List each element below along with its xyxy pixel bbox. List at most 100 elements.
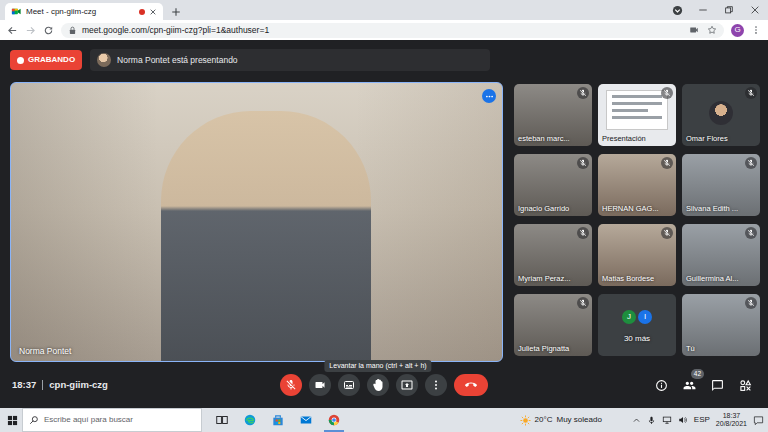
- microphone-off-icon: [747, 229, 755, 237]
- meeting-top-bar: GRABANDO Norma Pontet está presentando: [10, 48, 760, 72]
- muted-indicator: [661, 227, 673, 239]
- chevron-up-icon: [632, 416, 641, 425]
- magnifier-icon: [29, 415, 39, 425]
- network-icon: [662, 415, 672, 425]
- speaker-icon: [678, 415, 688, 425]
- search-placeholder: Escribe aquí para buscar: [44, 415, 133, 425]
- participant-tile[interactable]: Julieta Pignatta: [514, 294, 592, 356]
- present-button[interactable]: [396, 374, 418, 396]
- taskbar: Escribe aquí para buscar 20°CMuy soleado E…: [0, 408, 768, 432]
- taskbar-app[interactable]: [208, 408, 236, 432]
- browser-tab[interactable]: Meet - cpn-giim-czg: [5, 3, 163, 20]
- microphone-off-icon: [579, 229, 587, 237]
- muted-indicator: [577, 87, 589, 99]
- input-language[interactable]: ESP: [694, 415, 710, 425]
- participant-tile[interactable]: Ignacio Garrido: [514, 154, 592, 216]
- participant-tile[interactable]: JI30 más: [598, 294, 676, 356]
- weather-widget[interactable]: 20°CMuy soleado: [520, 415, 602, 426]
- maximize-button[interactable]: [716, 0, 742, 20]
- more-options-button[interactable]: [425, 374, 447, 396]
- info-icon: [655, 379, 668, 392]
- presenter-avatar: [97, 53, 111, 67]
- star-icon: [707, 25, 717, 35]
- video-options-button[interactable]: [482, 89, 496, 103]
- tooltip: Levantar la mano (ctrl + alt + h): [324, 360, 431, 372]
- profile-avatar[interactable]: G: [731, 24, 744, 37]
- close-window-button[interactable]: [742, 0, 768, 20]
- meeting-code: cpn-giim-czg: [49, 379, 108, 390]
- edge-browser-icon: [243, 413, 257, 427]
- url-field[interactable]: meet.google.com/cpn-giim-czg?pli=1&authu…: [61, 23, 724, 38]
- tab-search-button[interactable]: [664, 0, 690, 20]
- participant-name: Myriam Peraz...: [518, 274, 571, 283]
- chat-bubble-icon: [711, 379, 724, 392]
- meeting-details-button[interactable]: [652, 376, 670, 394]
- taskbar-app[interactable]: [320, 408, 348, 432]
- recording-label: GRABANDO: [28, 55, 75, 65]
- participant-avatar: [709, 101, 733, 125]
- camera-button[interactable]: [309, 374, 331, 396]
- initial-avatar: J: [622, 310, 636, 324]
- url-text: meet.google.com/cpn-giim-czg?pli=1&authu…: [82, 25, 269, 35]
- start-button[interactable]: [4, 408, 20, 432]
- raise-hand-button[interactable]: Levantar la mano (ctrl + alt + h): [367, 374, 389, 396]
- sun-icon: [520, 415, 531, 426]
- windows-logo-icon: [7, 415, 18, 426]
- store-icon: [271, 413, 285, 427]
- participant-name: Matias Bordese: [602, 274, 654, 283]
- participant-tile[interactable]: esteban marc...: [514, 84, 592, 146]
- muted-indicator: [745, 227, 757, 239]
- clock-date: 20/8/2021: [716, 420, 747, 428]
- presenter-banner[interactable]: Norma Pontet está presentando: [90, 49, 490, 71]
- three-dots-icon: [485, 92, 494, 101]
- meeting-controls-bar: 18:37cpn-giim-czgLevantar la mano (ctrl …: [10, 362, 760, 408]
- clock[interactable]: 18:3720/8/2021: [716, 412, 747, 428]
- participant-tile[interactable]: Myriam Peraz...: [514, 224, 592, 286]
- three-dots-icon: [430, 379, 442, 391]
- temperature: 20°C: [535, 415, 553, 425]
- participant-name: Omar Flores: [686, 134, 728, 143]
- participants-button[interactable]: 42: [680, 376, 698, 394]
- search-box[interactable]: Escribe aquí para buscar: [22, 408, 202, 432]
- participant-tile[interactable]: Omar Flores: [682, 84, 760, 146]
- phone-hangup-icon: [465, 379, 477, 391]
- recording-dot: [17, 57, 24, 64]
- participant-name: Julieta Pignatta: [518, 344, 569, 353]
- hand-icon: [372, 379, 384, 391]
- muted-indicator: [745, 87, 757, 99]
- lock-icon: [68, 26, 77, 35]
- taskbar-app[interactable]: [236, 408, 264, 432]
- taskbar-app[interactable]: [264, 408, 292, 432]
- restore-icon: [724, 5, 734, 15]
- screen: Meet - cpn-giim-czg meet.google.com/cpn-g…: [0, 0, 768, 432]
- participant-tile[interactable]: Silvana Edith ...: [682, 154, 760, 216]
- muted-indicator: [745, 157, 757, 169]
- new-tab-button[interactable]: [171, 3, 181, 20]
- captions-button[interactable]: [338, 374, 360, 396]
- reload-icon: [43, 25, 54, 36]
- participant-tile[interactable]: Guillermina Al...: [682, 224, 760, 286]
- activities-button[interactable]: [736, 376, 754, 394]
- participant-tile[interactable]: Tú: [682, 294, 760, 356]
- participant-tile[interactable]: HERNAN GAG...: [598, 154, 676, 216]
- plus-icon: [171, 7, 181, 17]
- participant-tile[interactable]: Presentación: [598, 84, 676, 146]
- shapes-icon: [739, 379, 752, 392]
- chrome-browser-icon: [327, 413, 341, 427]
- taskbar-app[interactable]: [292, 408, 320, 432]
- recording-button[interactable]: GRABANDO: [10, 50, 82, 70]
- microphone-off-icon: [747, 89, 755, 97]
- minimize-icon: [698, 5, 708, 15]
- main-video[interactable]: Norma Pontet: [10, 82, 503, 362]
- leave-call-button[interactable]: [454, 374, 488, 396]
- minimize-button[interactable]: [690, 0, 716, 20]
- participant-tile[interactable]: Matias Bordese: [598, 224, 676, 286]
- close-icon: [149, 8, 157, 16]
- chat-button[interactable]: [708, 376, 726, 394]
- window-controls: [664, 0, 768, 20]
- clock-time: 18:37: [723, 412, 741, 420]
- microphone-off-icon: [747, 299, 755, 307]
- microphone-button[interactable]: [280, 374, 302, 396]
- back-arrow-icon: [7, 25, 18, 36]
- address-bar: meet.google.com/cpn-giim-czg?pli=1&authu…: [0, 20, 768, 40]
